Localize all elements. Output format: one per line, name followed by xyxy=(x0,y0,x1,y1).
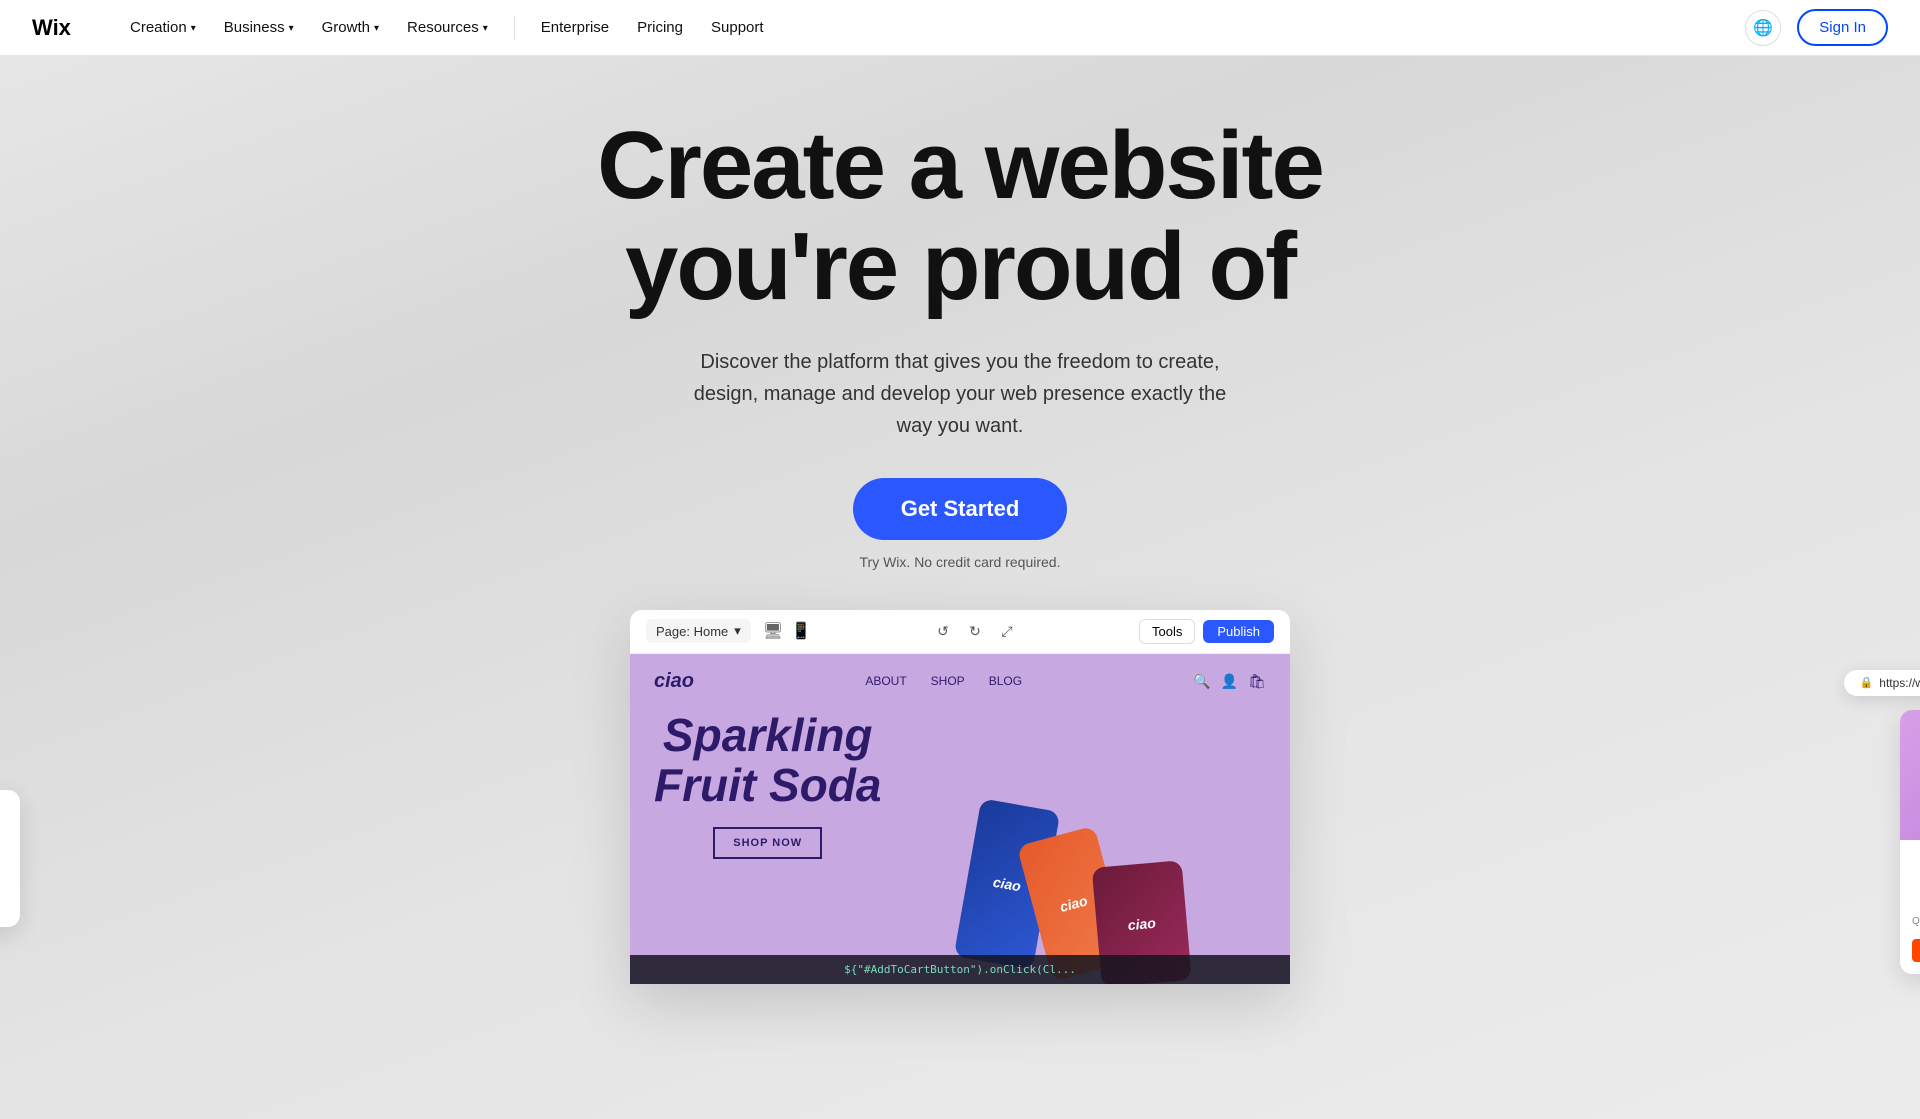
growth-label: Growth xyxy=(322,19,370,36)
mobile-icon[interactable]: 📱 xyxy=(791,621,811,641)
creation-label: Creation xyxy=(130,19,187,36)
quantity-label: QUANTITY xyxy=(1912,916,1920,927)
tools-button[interactable]: Tools xyxy=(1139,619,1195,644)
get-started-button[interactable]: Get Started xyxy=(853,478,1068,540)
ciao-logo: ciao xyxy=(654,670,694,693)
resources-chevron-icon: ▾ xyxy=(483,23,488,34)
svg-text:Wix: Wix xyxy=(32,17,72,39)
page-selector-chevron-icon: ▾ xyxy=(734,623,741,639)
ciao-nav-about: ABOUT xyxy=(865,674,906,688)
add-to-cart-button[interactable]: Add to Cart xyxy=(1912,939,1920,962)
product-name: Prebiotic Soda xyxy=(1912,852,1920,867)
editor-site-content: ciao ABOUT SHOP BLOG 🔍 👤 🛍 xyxy=(630,654,1290,984)
business-label: Business xyxy=(224,19,285,36)
nav-item-creation[interactable]: Creation ▾ xyxy=(120,13,206,42)
undo-button[interactable]: ↺ xyxy=(930,618,956,644)
product-controls: QUANTITY − 1 + xyxy=(1912,913,1920,931)
product-image: ciao xyxy=(1900,710,1920,840)
wix-logo[interactable]: Wix xyxy=(32,17,88,39)
editor-toolbar: Page: Home ▾ 🖥 📱 ↺ ↻ ⤢ To xyxy=(630,610,1290,654)
product-description: Ginger Lemon Fresh Drink xyxy=(1912,869,1920,881)
product-card: ciao Prebiotic Soda Ginger Lemon Fresh D… xyxy=(1900,710,1920,974)
nav-links: Creation ▾ Business ▾ Growth ▾ Resources… xyxy=(120,13,774,42)
language-selector-button[interactable]: 🌐 xyxy=(1745,10,1781,46)
device-icons: 🖥 📱 xyxy=(763,621,811,641)
business-chevron-icon: ▾ xyxy=(289,23,294,34)
sales-card: Sales $212K ▲ xyxy=(0,790,20,927)
ciao-nav-blog: BLOG xyxy=(989,674,1022,688)
hero-title: Create a website you're proud of xyxy=(597,116,1323,318)
product-info: Prebiotic Soda Ginger Lemon Fresh Drink … xyxy=(1900,840,1920,974)
redo-button[interactable]: ↻ xyxy=(962,618,988,644)
ciao-hero-title: Sparkling Fruit Soda xyxy=(654,710,881,811)
editor-preview: Sales $212K ▲ xyxy=(0,610,1920,984)
creation-chevron-icon: ▾ xyxy=(191,23,196,34)
ciao-icons: 🔍 👤 🛍 xyxy=(1193,673,1266,690)
try-wix-text: Try Wix. No credit card required. xyxy=(860,554,1061,570)
growth-chevron-icon: ▾ xyxy=(374,23,379,34)
shop-now-button[interactable]: SHOP NOW xyxy=(713,827,822,859)
nav-item-resources[interactable]: Resources ▾ xyxy=(397,13,498,42)
navbar-right: 🌐 Sign In xyxy=(1745,9,1888,46)
ciao-nav-links: ABOUT SHOP BLOG xyxy=(865,674,1022,688)
ciao-site-nav: ciao ABOUT SHOP BLOG 🔍 👤 🛍 xyxy=(630,654,1290,709)
sign-in-button[interactable]: Sign In xyxy=(1797,9,1888,46)
nav-item-growth[interactable]: Growth ▾ xyxy=(312,13,389,42)
url-bar: 🔒 https://www.ciaodrinks.com xyxy=(1844,670,1920,696)
nav-item-support[interactable]: Support xyxy=(701,13,774,42)
editor-toolbar-left: Page: Home ▾ 🖥 📱 xyxy=(646,619,811,643)
nav-item-pricing[interactable]: Pricing xyxy=(627,13,693,42)
ciao-nav-shop: SHOP xyxy=(931,674,965,688)
navbar-left: Wix Creation ▾ Business ▾ Growth ▾ Resou… xyxy=(32,13,774,42)
desktop-icon[interactable]: 🖥 xyxy=(763,621,783,641)
lock-icon: 🔒 xyxy=(1860,676,1874,689)
resources-label: Resources xyxy=(407,19,479,36)
url-text: https://www.ciaodrinks.com xyxy=(1879,676,1920,690)
navbar: Wix Creation ▾ Business ▾ Growth ▾ Resou… xyxy=(0,0,1920,56)
publish-button[interactable]: Publish xyxy=(1203,620,1274,643)
nav-item-business[interactable]: Business ▾ xyxy=(214,13,304,42)
editor-toolbar-center: ↺ ↻ ⤢ xyxy=(930,618,1020,644)
code-snippet: ${"#AddToCartButton").onClick(Cl... xyxy=(630,955,1290,984)
nav-divider xyxy=(514,16,515,40)
hero-content: Create a website you're proud of Discove… xyxy=(0,56,1920,984)
account-icon: 👤 xyxy=(1221,673,1238,690)
page-selector[interactable]: Page: Home ▾ xyxy=(646,619,751,643)
globe-icon: 🌐 xyxy=(1753,18,1773,38)
search-icon: 🔍 xyxy=(1193,673,1210,690)
hero-section: Create a website you're proud of Discove… xyxy=(0,0,1920,1119)
fullscreen-button[interactable]: ⤢ xyxy=(994,618,1020,644)
ciao-hero-text: Sparkling Fruit Soda SHOP NOW xyxy=(654,710,881,859)
nav-item-enterprise[interactable]: Enterprise xyxy=(531,13,619,42)
editor-window: Page: Home ▾ 🖥 📱 ↺ ↻ ⤢ To xyxy=(630,610,1290,984)
cart-icon: 🛍 xyxy=(1248,673,1266,690)
product-price: $5.99 xyxy=(1912,889,1920,905)
hero-subtitle: Discover the platform that gives you the… xyxy=(680,346,1240,442)
editor-toolbar-right: Tools Publish xyxy=(1139,619,1274,644)
